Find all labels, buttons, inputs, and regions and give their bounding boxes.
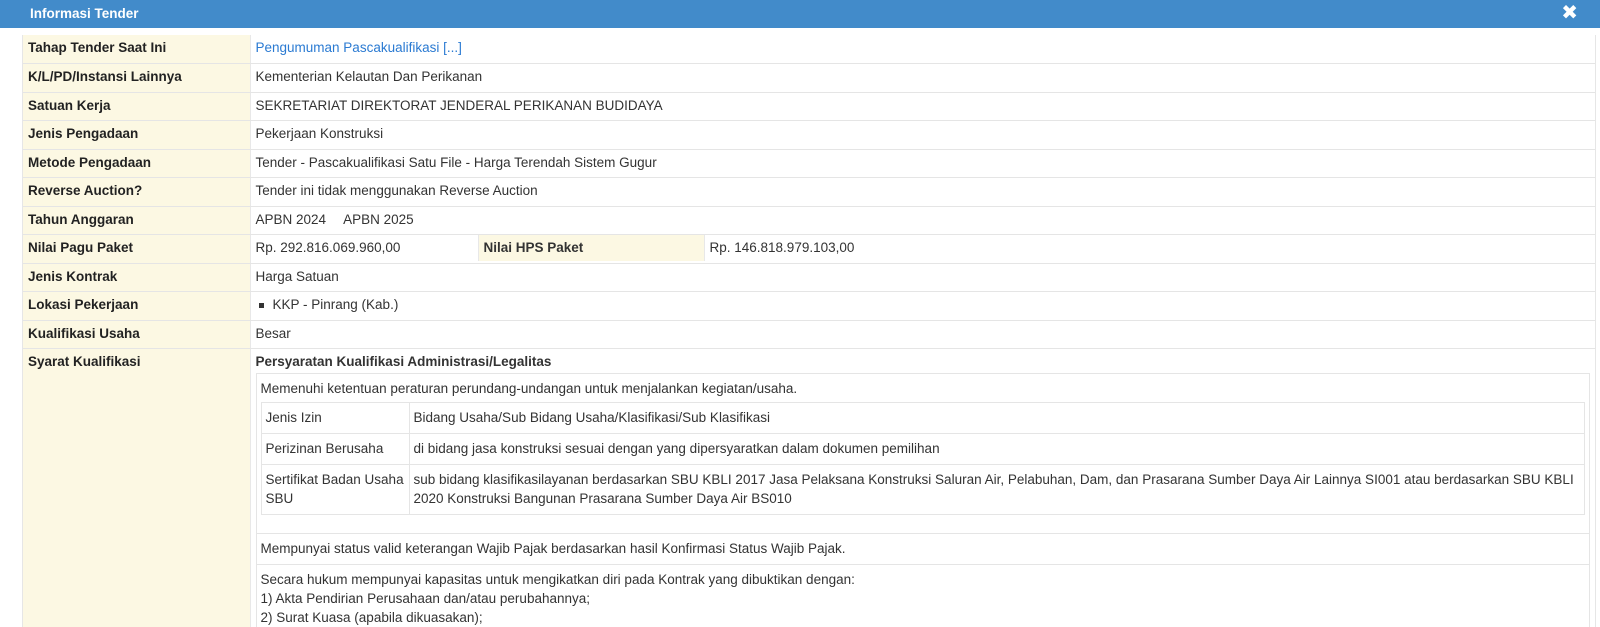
table-row: Tahun Anggaran APBN 2024 APBN 2025 (23, 206, 1595, 235)
row-label: Jenis Pengadaan (23, 120, 250, 150)
hps-value: Rp. 146.818.979.103,00 (709, 240, 855, 255)
table-row: Reverse Auction? Tender ini tidak menggu… (23, 177, 1595, 207)
syarat-item: 1) Akta Pendirian Perusahaan dan/atau pe… (260, 591, 591, 606)
row-label: Lokasi Pekerjaan (23, 291, 250, 321)
syarat-item: 2) Surat Kuasa (apabila dikuasakan); (260, 610, 483, 625)
row-label: K/L/PD/Instansi Lainnya (23, 63, 250, 93)
table-row: Tahap Tender Saat Ini Pengumuman Pascaku… (23, 35, 1595, 64)
izin-key: Perizinan Berusaha (260, 433, 410, 465)
table-row: Satuan Kerja SEKRETARIAT DIREKTORAT JEND… (23, 92, 1595, 121)
dialog-header: Informasi Tender ✖ (0, 0, 1600, 28)
row-value: Tender - Pascakualifikasi Satu File - Ha… (249, 149, 1595, 178)
table-row: Metode Pengadaan Tender - Pascakualifika… (23, 149, 1595, 178)
tender-info-panel: Tahap Tender Saat Ini Pengumuman Pascaku… (22, 35, 1596, 627)
close-icon[interactable]: ✖ (1561, 3, 1578, 23)
row-label: Metode Pengadaan (23, 149, 250, 178)
table-row: Sertifikat Badan Usaha SBU sub bidang kl… (260, 464, 1585, 515)
pagu-value: Rp. 292.816.069.960,00 (255, 240, 401, 255)
row-label: Syarat Kualifikasi (23, 348, 250, 627)
row-label: Kualifikasi Usaha (23, 320, 250, 349)
table-row: Jenis Kontrak Harga Satuan (23, 263, 1595, 292)
syarat-box: Memenuhi ketentuan peraturan perundang-u… (255, 373, 1590, 627)
anggaran-year: APBN 2025 (343, 211, 414, 227)
table-row: K/L/PD/Instansi Lainnya Kementerian Kela… (23, 63, 1595, 93)
tahap-tender-link[interactable]: Pengumuman Pascakualifikasi [...] (256, 40, 462, 55)
izin-table: Jenis Izin Bidang Usaha/Sub Bidang Usaha… (260, 402, 1586, 515)
syarat-text: Memenuhi ketentuan peraturan perundang-u… (260, 381, 798, 396)
dialog-title: Informasi Tender (30, 6, 139, 21)
table-row: Syarat Kualifikasi Persyaratan Kualifika… (23, 348, 1595, 627)
syarat-title: Persyaratan Kualifikasi Administrasi/Leg… (255, 354, 552, 369)
table-row: Jenis Izin Bidang Usaha/Sub Bidang Usaha… (260, 402, 1585, 434)
anggaran-year: APBN 2024 (255, 211, 327, 227)
izin-key: Jenis Izin (260, 402, 410, 434)
row-label: Satuan Kerja (23, 92, 250, 121)
table-row: Lokasi Pekerjaan KKP - Pinrang (Kab.) (23, 291, 1595, 321)
izin-value: di bidang jasa konstruksi sesuai dengan … (408, 433, 1585, 465)
row-value: SEKRETARIAT DIREKTORAT JENDERAL PERIKANA… (249, 92, 1595, 121)
syarat-text: Secara hukum mempunyai kapasitas untuk m… (260, 572, 855, 587)
tender-info-table: Tahap Tender Saat Ini Pengumuman Pascaku… (23, 35, 1595, 627)
izin-key: Sertifikat Badan Usaha SBU (260, 464, 410, 515)
list-item: KKP - Pinrang (Kab.) (256, 297, 1591, 312)
row-value: Besar (249, 320, 1595, 349)
row-label: Tahap Tender Saat Ini (23, 35, 250, 64)
table-row: Nilai Pagu Paket Rp. 292.816.069.960,00 … (23, 234, 1595, 264)
row-label: Jenis Kontrak (23, 263, 250, 292)
row-value: APBN 2024 APBN 2025 (249, 206, 1595, 235)
table-row: Perizinan Berusaha di bidang jasa konstr… (260, 433, 1585, 465)
hps-label: Nilai HPS Paket (477, 235, 705, 261)
table-row: Jenis Pengadaan Pekerjaan Konstruksi (23, 120, 1595, 150)
syarat-text: Mempunyai status valid keterangan Wajib … (256, 534, 1589, 565)
row-label: Reverse Auction? (23, 177, 250, 207)
izin-value: sub bidang klasifikasilayanan berdasarka… (408, 464, 1585, 515)
lokasi-list: KKP - Pinrang (Kab.) (256, 297, 1591, 312)
row-value: Tender ini tidak menggunakan Reverse Auc… (249, 177, 1595, 207)
row-value: Kementerian Kelautan Dan Perikanan (249, 63, 1595, 93)
row-value: Pekerjaan Konstruksi (249, 120, 1595, 150)
row-label: Tahun Anggaran (23, 206, 250, 235)
table-row: Kualifikasi Usaha Besar (23, 320, 1595, 349)
row-value: Harga Satuan (249, 263, 1595, 292)
row-label: Nilai Pagu Paket (23, 234, 250, 264)
izin-value: Bidang Usaha/Sub Bidang Usaha/Klasifikas… (408, 402, 1585, 434)
